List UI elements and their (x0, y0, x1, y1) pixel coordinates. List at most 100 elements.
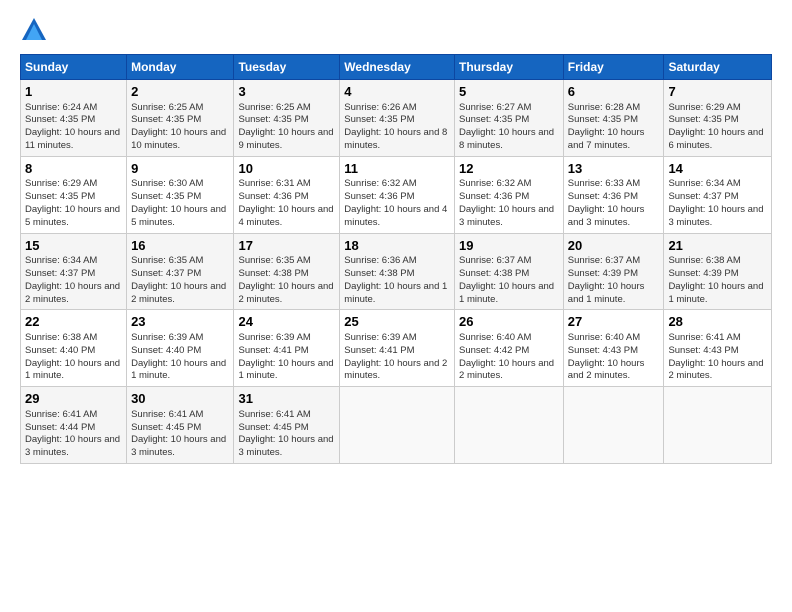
sunrise-text: Sunrise: 6:35 AM (131, 255, 229, 268)
sunrise-text: Sunrise: 6:32 AM (459, 178, 559, 191)
daylight-text: Daylight: 10 hours and 9 minutes. (238, 127, 335, 153)
calendar-cell: 27Sunrise: 6:40 AMSunset: 4:43 PMDayligh… (563, 310, 664, 387)
daylight-text: Daylight: 10 hours and 5 minutes. (131, 204, 229, 230)
sunset-text: Sunset: 4:35 PM (238, 114, 335, 127)
calendar-cell: 4Sunrise: 6:26 AMSunset: 4:35 PMDaylight… (340, 80, 455, 157)
daylight-text: Daylight: 10 hours and 1 minute. (344, 281, 450, 307)
calendar-cell: 19Sunrise: 6:37 AMSunset: 4:38 PMDayligh… (455, 233, 564, 310)
col-header-monday: Monday (127, 55, 234, 80)
logo-icon (20, 16, 48, 44)
daylight-text: Daylight: 10 hours and 2 minutes. (131, 281, 229, 307)
calendar-cell: 12Sunrise: 6:32 AMSunset: 4:36 PMDayligh… (455, 156, 564, 233)
day-number: 19 (459, 237, 559, 255)
calendar-cell: 7Sunrise: 6:29 AMSunset: 4:35 PMDaylight… (664, 80, 772, 157)
calendar-table: SundayMondayTuesdayWednesdayThursdayFrid… (20, 54, 772, 464)
daylight-text: Daylight: 10 hours and 4 minutes. (238, 204, 335, 230)
daylight-text: Daylight: 10 hours and 1 minute. (131, 358, 229, 384)
sunrise-text: Sunrise: 6:36 AM (344, 255, 450, 268)
daylight-text: Daylight: 10 hours and 11 minutes. (25, 127, 122, 153)
day-number: 28 (668, 313, 767, 331)
calendar-cell: 5Sunrise: 6:27 AMSunset: 4:35 PMDaylight… (455, 80, 564, 157)
day-number: 2 (131, 83, 229, 101)
daylight-text: Daylight: 10 hours and 8 minutes. (344, 127, 450, 153)
calendar-cell: 22Sunrise: 6:38 AMSunset: 4:40 PMDayligh… (21, 310, 127, 387)
calendar-cell (664, 387, 772, 464)
daylight-text: Daylight: 10 hours and 3 minutes. (25, 434, 122, 460)
day-number: 8 (25, 160, 122, 178)
calendar-cell: 28Sunrise: 6:41 AMSunset: 4:43 PMDayligh… (664, 310, 772, 387)
week-row-4: 22Sunrise: 6:38 AMSunset: 4:40 PMDayligh… (21, 310, 772, 387)
day-number: 31 (238, 390, 335, 408)
sunset-text: Sunset: 4:38 PM (459, 268, 559, 281)
sunset-text: Sunset: 4:45 PM (131, 422, 229, 435)
calendar-cell: 26Sunrise: 6:40 AMSunset: 4:42 PMDayligh… (455, 310, 564, 387)
sunset-text: Sunset: 4:35 PM (668, 114, 767, 127)
calendar-cell (563, 387, 664, 464)
sunrise-text: Sunrise: 6:37 AM (568, 255, 660, 268)
sunset-text: Sunset: 4:35 PM (25, 114, 122, 127)
day-number: 3 (238, 83, 335, 101)
sunrise-text: Sunrise: 6:32 AM (344, 178, 450, 191)
calendar-cell: 25Sunrise: 6:39 AMSunset: 4:41 PMDayligh… (340, 310, 455, 387)
sunrise-text: Sunrise: 6:24 AM (25, 102, 122, 115)
calendar-cell: 16Sunrise: 6:35 AMSunset: 4:37 PMDayligh… (127, 233, 234, 310)
day-number: 24 (238, 313, 335, 331)
col-header-friday: Friday (563, 55, 664, 80)
sunrise-text: Sunrise: 6:41 AM (131, 409, 229, 422)
sunrise-text: Sunrise: 6:41 AM (238, 409, 335, 422)
sunset-text: Sunset: 4:36 PM (568, 191, 660, 204)
calendar-cell: 9Sunrise: 6:30 AMSunset: 4:35 PMDaylight… (127, 156, 234, 233)
day-number: 17 (238, 237, 335, 255)
daylight-text: Daylight: 10 hours and 3 minutes. (238, 434, 335, 460)
calendar-cell: 24Sunrise: 6:39 AMSunset: 4:41 PMDayligh… (234, 310, 340, 387)
sunset-text: Sunset: 4:44 PM (25, 422, 122, 435)
sunset-text: Sunset: 4:45 PM (238, 422, 335, 435)
sunrise-text: Sunrise: 6:27 AM (459, 102, 559, 115)
calendar-cell: 1Sunrise: 6:24 AMSunset: 4:35 PMDaylight… (21, 80, 127, 157)
sunrise-text: Sunrise: 6:33 AM (568, 178, 660, 191)
day-number: 26 (459, 313, 559, 331)
sunrise-text: Sunrise: 6:25 AM (131, 102, 229, 115)
sunrise-text: Sunrise: 6:40 AM (568, 332, 660, 345)
calendar-cell: 29Sunrise: 6:41 AMSunset: 4:44 PMDayligh… (21, 387, 127, 464)
daylight-text: Daylight: 10 hours and 5 minutes. (25, 204, 122, 230)
sunset-text: Sunset: 4:36 PM (344, 191, 450, 204)
sunset-text: Sunset: 4:36 PM (238, 191, 335, 204)
sunset-text: Sunset: 4:35 PM (459, 114, 559, 127)
daylight-text: Daylight: 10 hours and 8 minutes. (459, 127, 559, 153)
daylight-text: Daylight: 10 hours and 1 minute. (238, 358, 335, 384)
calendar-cell: 11Sunrise: 6:32 AMSunset: 4:36 PMDayligh… (340, 156, 455, 233)
day-number: 14 (668, 160, 767, 178)
daylight-text: Daylight: 10 hours and 3 minutes. (131, 434, 229, 460)
sunrise-text: Sunrise: 6:34 AM (668, 178, 767, 191)
sunrise-text: Sunrise: 6:25 AM (238, 102, 335, 115)
daylight-text: Daylight: 10 hours and 2 minutes. (668, 358, 767, 384)
sunrise-text: Sunrise: 6:39 AM (238, 332, 335, 345)
sunrise-text: Sunrise: 6:39 AM (344, 332, 450, 345)
day-number: 27 (568, 313, 660, 331)
sunrise-text: Sunrise: 6:28 AM (568, 102, 660, 115)
sunset-text: Sunset: 4:35 PM (344, 114, 450, 127)
sunset-text: Sunset: 4:37 PM (668, 191, 767, 204)
daylight-text: Daylight: 10 hours and 2 minutes. (25, 281, 122, 307)
daylight-text: Daylight: 10 hours and 3 minutes. (459, 204, 559, 230)
sunset-text: Sunset: 4:42 PM (459, 345, 559, 358)
day-number: 13 (568, 160, 660, 178)
header-row: SundayMondayTuesdayWednesdayThursdayFrid… (21, 55, 772, 80)
calendar-cell: 8Sunrise: 6:29 AMSunset: 4:35 PMDaylight… (21, 156, 127, 233)
daylight-text: Daylight: 10 hours and 6 minutes. (668, 127, 767, 153)
calendar-cell: 31Sunrise: 6:41 AMSunset: 4:45 PMDayligh… (234, 387, 340, 464)
daylight-text: Daylight: 10 hours and 1 minute. (668, 281, 767, 307)
calendar-cell: 3Sunrise: 6:25 AMSunset: 4:35 PMDaylight… (234, 80, 340, 157)
calendar-cell (455, 387, 564, 464)
calendar-cell: 2Sunrise: 6:25 AMSunset: 4:35 PMDaylight… (127, 80, 234, 157)
sunrise-text: Sunrise: 6:29 AM (668, 102, 767, 115)
logo (20, 16, 52, 44)
week-row-2: 8Sunrise: 6:29 AMSunset: 4:35 PMDaylight… (21, 156, 772, 233)
sunset-text: Sunset: 4:37 PM (25, 268, 122, 281)
daylight-text: Daylight: 10 hours and 1 minute. (25, 358, 122, 384)
day-number: 6 (568, 83, 660, 101)
day-number: 21 (668, 237, 767, 255)
col-header-thursday: Thursday (455, 55, 564, 80)
day-number: 1 (25, 83, 122, 101)
